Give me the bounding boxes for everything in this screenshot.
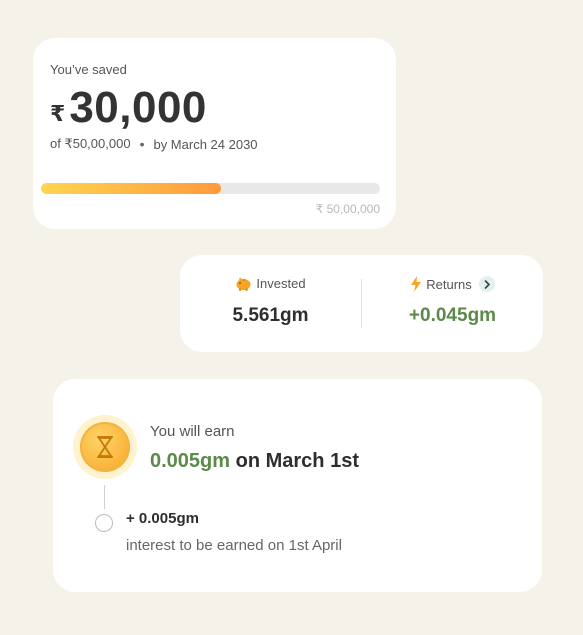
goal-meta: of ₹50,00,000 • by March 24 2030 (50, 136, 258, 152)
savings-progress-fill (41, 183, 221, 194)
currency-symbol: ₹ (50, 101, 66, 126)
piggy-bank-icon (235, 276, 252, 291)
timeline-step-circle (95, 514, 113, 532)
invested-stat: Invested 5.561gm (180, 255, 361, 352)
saved-label: You’ve saved (50, 62, 127, 77)
savings-progress-bar (41, 183, 380, 194)
investment-stats-card: Invested 5.561gm Returns +0.045gm (180, 255, 543, 352)
returns-stat[interactable]: Returns +0.045gm (362, 255, 543, 352)
chevron-right-icon[interactable] (478, 276, 495, 292)
invested-label: Invested (256, 276, 306, 291)
invested-value: 5.561gm (232, 305, 309, 326)
next-interest-description: interest to be earned on 1st April (126, 537, 342, 554)
saved-amount-row: ₹ 30,000 (50, 82, 207, 134)
earn-date: on March 1st (230, 450, 359, 472)
next-interest-amount: + 0.005gm (126, 510, 199, 527)
separator-dot: • (139, 136, 145, 152)
target-amount-label: ₹ 50,00,000 (315, 202, 380, 216)
returns-label: Returns (426, 276, 472, 292)
earn-label: You will earn (150, 423, 235, 440)
lightning-icon (410, 276, 422, 292)
goal-target-text: of ₹50,00,000 (50, 136, 131, 151)
hourglass-coin-icon (80, 422, 130, 472)
coin-badge (73, 415, 137, 479)
returns-value: +0.045gm (408, 305, 497, 326)
earn-headline: 0.005gm on March 1st (150, 450, 359, 473)
saved-amount: 30,000 (69, 83, 207, 132)
earnings-card: You will earn 0.005gm on March 1st + 0.0… (53, 379, 542, 592)
goal-deadline-text: by March 24 2030 (153, 136, 258, 152)
timeline-connector (104, 485, 105, 509)
savings-card: You’ve saved ₹ 30,000 of ₹50,00,000 • by… (33, 38, 396, 229)
earn-amount: 0.005gm (150, 450, 231, 472)
